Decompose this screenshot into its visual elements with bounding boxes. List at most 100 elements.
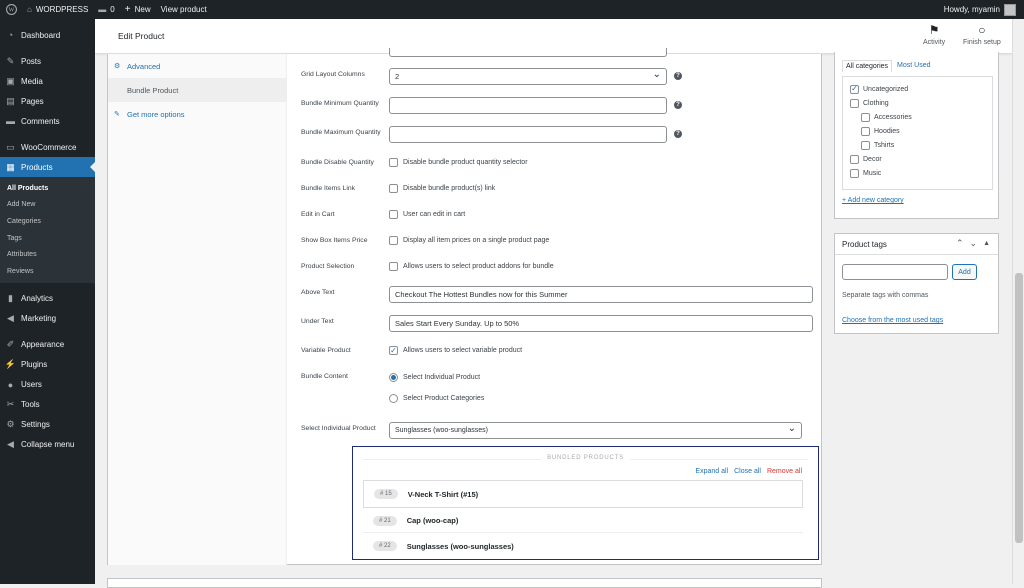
triangle-up-icon[interactable]: ▲ [983,240,990,249]
radio-individual[interactable] [389,373,398,382]
above-text-input[interactable]: Checkout The Hottest Bundles now for thi… [389,286,813,303]
remove-all-link[interactable]: Remove all [767,468,802,475]
new-label: New [134,5,151,14]
category-item[interactable]: Clothing [850,96,985,110]
radio-categories-row[interactable]: Select Product Categories [389,394,484,403]
submenu-reviews[interactable]: Reviews [0,263,95,280]
sidebar-item-settings[interactable]: ⚙ Settings [0,415,95,435]
page-scrollbar[interactable] [1012,19,1024,584]
activity-button[interactable]: ⚑ Activity [923,23,945,46]
avatar [1004,3,1016,16]
radio-categories[interactable] [389,394,398,403]
sidebar-item-comments[interactable]: ▬ Comments [0,111,95,131]
category-checkbox[interactable] [850,98,859,108]
wordpress-logo-icon[interactable]: W [6,4,17,15]
bundle-item[interactable]: # 21 Cap (woo-cap) [363,509,803,533]
under-text-input[interactable]: Sales Start Every Sunday. Up to 50% [389,315,813,332]
tab-get-more-options[interactable]: ✎ Get more options [108,102,286,126]
tag-input[interactable] [842,264,948,280]
tab-most-used[interactable]: Most Used [892,60,935,72]
category-checkbox[interactable] [850,154,859,164]
sidebar-item-tools[interactable]: ✂ Tools [0,395,95,415]
tab-advanced[interactable]: ⚙ Advanced [108,54,286,78]
tab-label: Bundle Product [127,85,179,95]
help-icon[interactable]: ? [674,130,682,138]
variable-product-checkbox[interactable]: ✓ [389,346,398,355]
sidebar-collapse-menu[interactable]: ◀ Collapse menu [0,435,95,455]
bundle-item[interactable]: # 15 V-Neck T-Shirt (#15) [363,480,803,508]
help-icon[interactable]: ? [674,72,682,80]
view-product-link[interactable]: View product [161,5,207,14]
category-item[interactable]: Accessories [850,110,985,124]
scrollbar-thumb[interactable] [1015,273,1023,543]
sidebar-item-analytics[interactable]: ▮ Analytics [0,289,95,309]
category-item[interactable]: Tshirts [850,138,985,152]
tab-bundle-product[interactable]: Bundle Product [108,78,286,102]
show-prices-checkbox[interactable] [389,236,398,245]
category-checkbox[interactable] [861,140,870,150]
category-checkbox[interactable] [861,126,870,136]
bundle-item[interactable]: # 22 Sunglasses (woo-sunglasses) [363,534,803,558]
site-name-link[interactable]: ⌂ WORDPRESS [27,5,88,14]
chevron-down-icon[interactable]: ⌄ [970,238,978,249]
category-item[interactable]: Hoodies [850,124,985,138]
sidebar-item-woocommerce[interactable]: ▭ WooCommerce [0,137,95,157]
sidebar-item-posts[interactable]: ✎ Posts [0,51,95,71]
finish-setup-button[interactable]: ○ Finish setup [963,23,1001,46]
edit-cart-checkbox[interactable] [389,210,398,219]
radio-categories-text: Select Product Categories [403,395,485,402]
submenu-attributes[interactable]: Attributes [0,246,95,263]
product-selection-checkbox[interactable] [389,262,398,271]
show-prices-label: Show Box Items Price [301,237,368,244]
category-checkbox[interactable]: ✓ [850,84,859,94]
pin-icon: ✎ [6,55,15,66]
submenu-categories[interactable]: Categories [0,213,95,230]
comments-link[interactable]: ▬ 0 [98,5,114,14]
select-individual-select[interactable]: Sunglasses (woo-sunglasses) [389,422,802,439]
items-link-checkbox[interactable] [389,184,398,193]
account-menu[interactable]: Howdy, myamin [944,3,1016,16]
close-all-link[interactable]: Close all [734,468,761,475]
category-item[interactable]: Decor [850,152,985,166]
category-checkbox[interactable] [861,112,870,122]
help-icon[interactable]: ? [674,101,682,109]
disable-qty-checkbox[interactable] [389,158,398,167]
brush-icon: ✐ [6,339,15,350]
items-link-checkbox-row[interactable]: Disable bundle product(s) link [389,184,495,193]
choose-tags-link[interactable]: Choose from the most used tags [842,317,943,324]
edit-cart-checkbox-row[interactable]: User can edit in cart [389,210,465,219]
collapse-icon: ◀ [7,439,14,450]
previous-field-input[interactable] [389,48,667,57]
submenu-tags[interactable]: Tags [0,230,95,247]
sidebar-item-marketing[interactable]: ◀ Marketing [0,309,95,329]
show-prices-checkbox-row[interactable]: Display all item prices on a single prod… [389,236,549,245]
category-item[interactable]: Music [850,166,985,180]
sidebar-item-media[interactable]: ▣ Media [0,71,95,91]
max-qty-input[interactable] [389,126,667,143]
submenu-all-products[interactable]: All Products [0,180,95,197]
add-tag-button[interactable]: Add [952,264,977,280]
sidebar-item-users[interactable]: ● Users [0,375,95,395]
sidebar-item-appearance[interactable]: ✐ Appearance [0,335,95,355]
variable-product-checkbox-row[interactable]: ✓ Allows users to select variable product [389,346,522,355]
disable-qty-checkbox-row[interactable]: Disable bundle product quantity selector [389,158,528,167]
category-checkbox[interactable] [850,168,859,178]
admin-bar: W ⌂ WORDPRESS ▬ 0 + New View product How… [0,0,1024,19]
sidebar-item-pages[interactable]: ▤ Pages [0,91,95,111]
add-new-category-link[interactable]: + Add new category [842,197,904,204]
expand-all-link[interactable]: Expand all [695,468,728,475]
under-text-value: Sales Start Every Sunday. Up to 50% [395,319,520,328]
chevron-up-icon[interactable]: ⌃ [956,238,964,249]
sidebar-item-products[interactable]: ▦ Products [0,157,95,177]
sidebar-item-dashboard[interactable]: ◔ Dashboard [0,25,95,45]
radio-individual-row[interactable]: Select Individual Product [389,373,480,382]
new-content-link[interactable]: + New [125,4,151,15]
min-qty-input[interactable] [389,97,667,114]
comment-icon: ▬ [6,116,15,126]
product-selection-checkbox-row[interactable]: Allows users to select product addons fo… [389,262,554,271]
tab-all-categories[interactable]: All categories [842,60,893,72]
sidebar-item-plugins[interactable]: ⚡ Plugins [0,355,95,375]
submenu-add-new[interactable]: Add New [0,197,95,214]
grid-layout-select[interactable]: 2 [389,68,667,85]
category-item[interactable]: ✓ Uncategorized [850,82,985,96]
